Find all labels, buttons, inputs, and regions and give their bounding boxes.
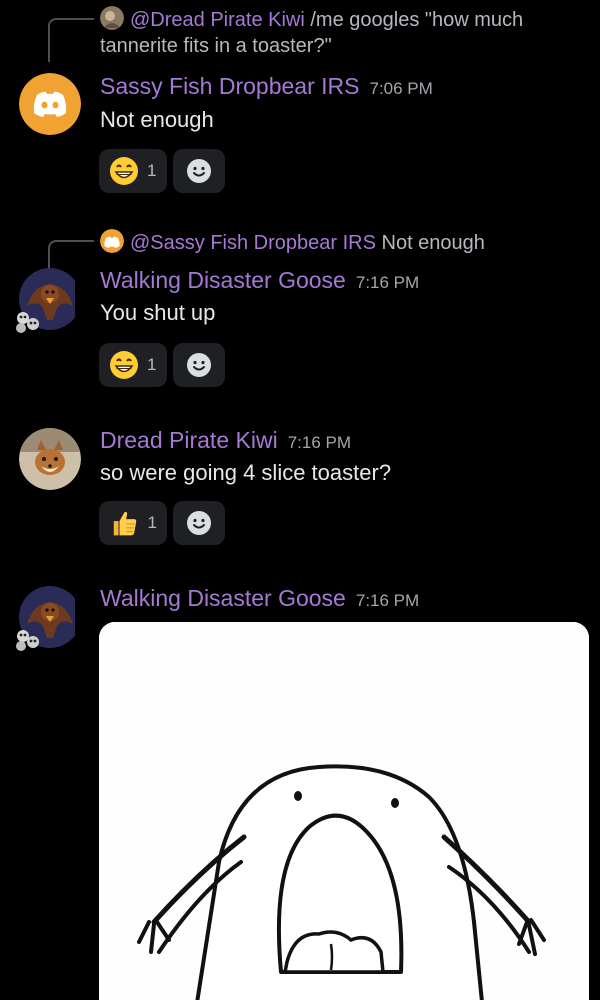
message-author[interactable]: Walking Disaster Goose [100,585,346,611]
reply-snippet: /me googles "how much [310,9,524,31]
reply-snippet: Not enough [381,232,485,254]
message-timestamp: 7:16 PM [355,273,420,292]
fox-avatar-image [19,428,81,490]
grinning-face-icon [110,351,138,379]
reaction-grinning[interactable]: 1 [99,149,167,193]
thumbs-up-icon [113,511,137,536]
replied-user-avatar [100,229,124,253]
message-text: Not enough [100,107,214,132]
reaction-count: 1 [147,355,157,374]
reply-connector [48,18,94,62]
add-reaction-button[interactable] [173,343,225,387]
avatar[interactable] [16,586,81,651]
reply-preview[interactable]: @Sassy Fish Dropbear IRS Not enough [100,229,580,256]
smiley-add-icon [187,353,211,377]
avatar[interactable] [19,428,81,490]
reaction-count: 1 [147,161,157,180]
reaction-grinning[interactable]: 1 [99,343,167,387]
message-text: You shut up [100,300,216,325]
replied-user-avatar [100,6,124,30]
smiley-add-icon [187,511,211,535]
goose-avatar-image [16,268,75,333]
avatar[interactable] [16,268,81,333]
reply-mention[interactable]: @Dread Pirate Kiwi [130,9,305,31]
message-author[interactable]: Sassy Fish Dropbear IRS [100,73,359,99]
message-timestamp: 7:16 PM [355,591,420,610]
add-reaction-button[interactable] [173,149,225,193]
message-author[interactable]: Walking Disaster Goose [100,267,346,293]
image-attachment[interactable] [99,622,589,1000]
reaction-thumbs-up[interactable]: 1 [99,501,167,545]
add-reaction-button[interactable] [173,501,225,545]
avatar[interactable] [19,73,81,135]
message-timestamp: 7:06 PM [369,79,433,98]
smiley-add-icon [187,159,211,183]
message-author[interactable]: Dread Pirate Kiwi [100,427,278,453]
reaction-count: 1 [147,513,157,532]
grinning-face-icon [110,157,138,185]
message-timestamp: 7:16 PM [287,433,351,452]
reply-snippet-continued: tannerite fits in a toaster?" [100,35,332,57]
reply-preview[interactable]: @Dread Pirate Kiwi /me googles "how much… [100,6,580,59]
message-text: so were going 4 slice toaster? [100,460,392,485]
reply-mention[interactable]: @Sassy Fish Dropbear IRS [130,232,376,254]
goose-avatar-image [16,586,75,651]
screaming-blob-drawing [99,622,589,1000]
discord-logo-icon [19,73,81,135]
